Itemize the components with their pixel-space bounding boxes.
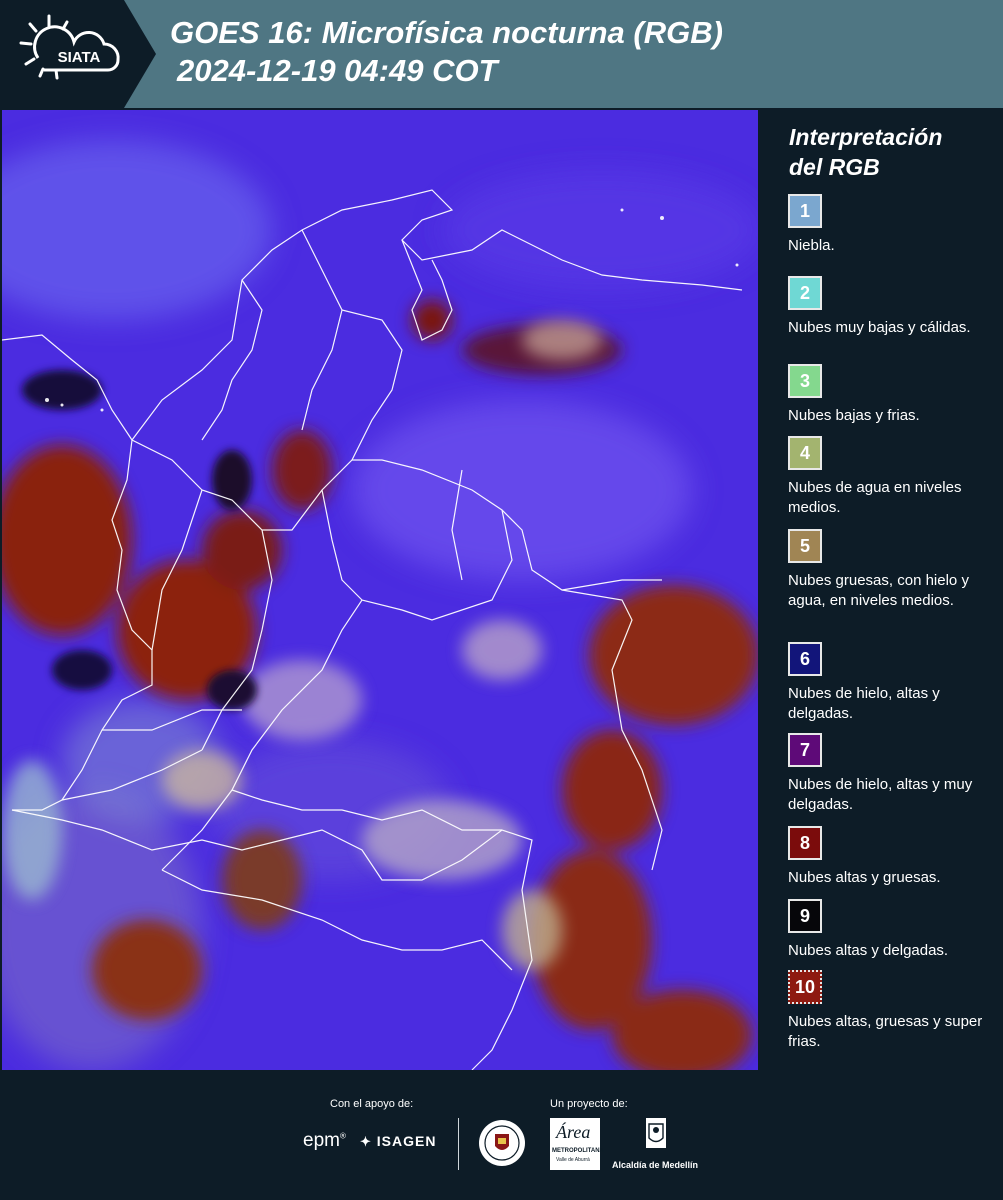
legend-swatch: 9 [788,899,822,933]
legend-label: Nubes muy bajas y cálidas. [788,319,971,336]
page-title: GOES 16: Microfísica nocturna (RGB) 2024… [170,14,723,90]
header: SIATA GOES 16: Microfísica nocturna (RGB… [0,0,1003,108]
legend-panel: Interpretación del RGB 1 Niebla. 2 Nubes… [762,110,1003,1070]
area-logo-text: Área [556,1122,591,1142]
legend-swatch: 8 [788,826,822,860]
legend-label: Nubes de hielo, altas y delgadas. [788,685,940,722]
legend-label: Nubes gruesas, con hielo y agua, en nive… [788,572,969,609]
legend-label: Niebla. [788,237,835,254]
isagen-logo: ✦ ISAGEN [360,1133,436,1150]
legend-swatch: 4 [788,436,822,470]
legend-item-10: 10 Nubes altas, gruesas y super frias. [788,970,988,1052]
legend-item-7: 7 Nubes de hielo, altas y muy delgadas. [788,733,988,815]
legend-swatch: 6 [788,642,822,676]
legend-swatch: 5 [788,529,822,563]
alcaldia-shield-logo [643,1116,669,1156]
epm-logo-text: epm [303,1130,340,1151]
legend-title-line-1: Interpretación [789,124,943,150]
area-metropolitana-logo: Área METROPOLITANA Valle de Aburrá [550,1118,604,1170]
legend-swatch: 7 [788,733,822,767]
area-logo-sub: METROPOLITANA [552,1148,604,1154]
legend-label: Nubes altas y delgadas. [788,942,949,959]
legend-item-8: 8 Nubes altas y gruesas. [788,826,988,888]
legend-item-1: 1 Niebla. [788,194,988,256]
legend-swatch: 2 [788,276,822,310]
legend-item-6: 6 Nubes de hielo, altas y delgadas. [788,642,988,724]
title-line-1: GOES 16: Microfísica nocturna (RGB) [170,15,723,50]
legend-label: Nubes de agua en niveles medios. [788,479,962,516]
footer: Con el apoyo de: Un proyecto de: epm® ✦ … [0,1072,1003,1200]
support-label: Con el apoyo de: [330,1098,414,1110]
legend-swatch: 3 [788,364,822,398]
legend-swatch: 1 [788,194,822,228]
legend-item-3: 3 Nubes bajas y frias. [788,364,988,426]
satellite-image [2,110,758,1070]
epm-logo: epm® [303,1130,346,1151]
isagen-logo-text: ISAGEN [376,1133,437,1149]
legend-label: Nubes altas y gruesas. [788,869,941,886]
footer-divider [458,1118,459,1170]
isagen-icon: ✦ [360,1134,372,1149]
legend-title-line-2: del RGB [789,154,880,180]
siata-logo: SIATA [0,0,158,108]
legend-title: Interpretación del RGB [789,122,989,182]
seal-logo [477,1118,527,1168]
legend-item-2: 2 Nubes muy bajas y cálidas. [788,276,988,338]
alcaldia-label: Alcaldía de Medellín [612,1160,699,1170]
legend-item-9: 9 Nubes altas y delgadas. [788,899,988,961]
project-label: Un proyecto de: [550,1098,628,1110]
legend-label: Nubes altas, gruesas y super frias. [788,1013,983,1050]
legend-item-4: 4 Nubes de agua en niveles medios. [788,436,988,518]
legend-item-5: 5 Nubes gruesas, con hielo y agua, en ni… [788,529,988,611]
title-line-2: 2024-12-19 04:49 COT [177,53,498,88]
legend-swatch: 10 [788,970,822,1004]
legend-label: Nubes bajas y frias. [788,407,920,424]
area-logo-sub2: Valle de Aburrá [556,1157,590,1163]
legend-label: Nubes de hielo, altas y muy delgadas. [788,776,973,813]
siata-logo-text: SIATA [58,49,101,66]
